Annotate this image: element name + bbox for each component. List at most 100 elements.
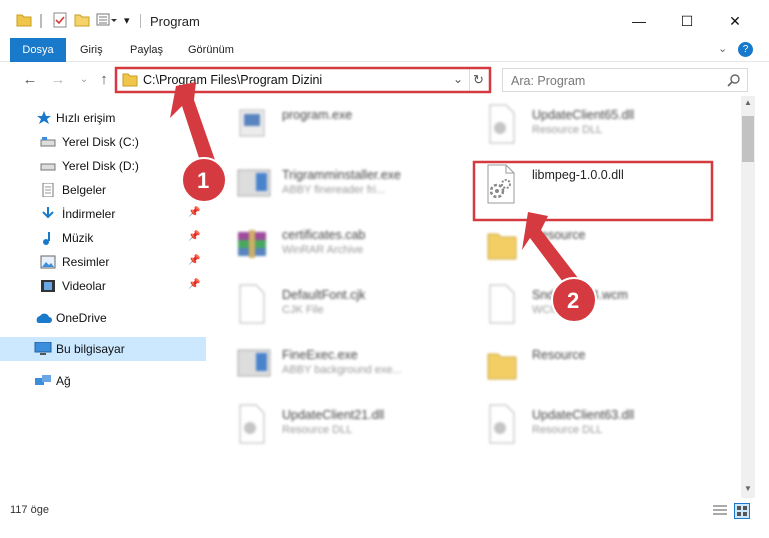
documents-icon <box>40 182 56 198</box>
properties-icon[interactable] <box>52 12 68 32</box>
scroll-thumb[interactable] <box>742 116 754 162</box>
file-item[interactable]: Resource <box>468 336 708 392</box>
scroll-down-icon[interactable]: ▼ <box>744 484 752 493</box>
close-button[interactable]: ✕ <box>712 8 758 34</box>
address-dropdown-icon[interactable]: ⌄ <box>453 72 463 86</box>
file-name: FineExec.exe <box>282 348 358 362</box>
file-type: CJK File <box>282 304 324 316</box>
sidebar-item-label: Yerel Disk (D:) <box>62 159 139 173</box>
large-icons-view-icon[interactable] <box>734 503 750 519</box>
forward-arrow-icon[interactable]: → <box>48 69 68 89</box>
file-type: WCM File <box>532 304 581 316</box>
sidebar-item-label: Resimler <box>62 255 110 269</box>
file-item[interactable]: UpdateClient63.dll Resource DLL <box>468 396 708 452</box>
refresh-icon[interactable]: ↻ <box>473 72 484 88</box>
tab-paylas[interactable]: Paylaş <box>120 38 173 62</box>
maximize-button[interactable]: ☐ <box>664 8 710 34</box>
tab-gorunum[interactable]: Görünüm <box>178 38 244 62</box>
file-item[interactable]: UpdateClient21.dll Resource DLL <box>218 396 458 452</box>
dll-icon <box>236 404 268 444</box>
folder-icon <box>486 344 518 384</box>
file-name: Resource <box>532 228 586 242</box>
sidebar-item-documents[interactable]: Belgeler <box>0 178 206 202</box>
file-item[interactable]: UpdateClient65.dll Resource DLL <box>468 96 708 152</box>
folder-icon <box>486 224 518 264</box>
minimize-button[interactable]: — <box>616 8 662 34</box>
scroll-up-icon[interactable]: ▲ <box>744 98 752 107</box>
sidebar-item-disk-d[interactable]: Yerel Disk (D:) <box>0 154 206 178</box>
sidebar-item-label: OneDrive <box>56 311 107 325</box>
folder-icon[interactable] <box>16 12 32 32</box>
file-item[interactable]: SndRecX64.wcm WCM File <box>468 276 708 332</box>
star-icon <box>36 111 52 125</box>
sidebar-item-videos[interactable]: Videolar 📌 <box>0 274 206 298</box>
file-item-libmpeg[interactable]: libmpeg-1.0.0.dll <box>468 156 708 212</box>
network-icon <box>34 374 51 388</box>
archive-icon <box>236 224 268 264</box>
search-input[interactable]: Ara: Program <box>502 68 748 92</box>
search-placeholder: Ara: Program <box>511 74 586 88</box>
separator <box>40 14 42 28</box>
drive-icon <box>40 135 56 149</box>
file-name: libmpeg-1.0.0.dll <box>532 168 624 182</box>
installer-icon <box>236 164 271 204</box>
sidebar-item-pictures[interactable]: Resimler 📌 <box>0 250 206 274</box>
address-bar[interactable]: C:\Program Files\Program Dizini ⌄ ↻ <box>116 68 490 92</box>
file-item[interactable]: FineExec.exe ABBY background exe... <box>218 336 458 392</box>
sidebar-item-label: Belgeler <box>62 183 107 197</box>
sidebar-item-music[interactable]: Müzik 📌 <box>0 226 206 250</box>
file-type: Resource DLL <box>532 424 603 436</box>
sidebar-item-label: Bu bilgisayar <box>56 342 125 356</box>
dll-gear-icon <box>486 164 518 204</box>
sidebar-item-onedrive[interactable]: OneDrive <box>0 306 206 330</box>
help-icon[interactable]: ? <box>738 42 753 57</box>
dropdown-arrow-icon[interactable]: ▾ <box>124 14 136 34</box>
file-item[interactable]: certificates.cab WinRAR Archive <box>218 216 458 272</box>
sidebar-item-label: Videolar <box>62 279 106 293</box>
sidebar-item-network[interactable]: Ağ <box>0 369 206 393</box>
up-arrow-icon[interactable]: ↑ <box>94 69 114 89</box>
details-view-icon[interactable] <box>712 504 728 521</box>
sidebar-item-disk-c[interactable]: Yerel Disk (C:) <box>0 130 206 154</box>
navigation-pane: Hızlı erişim Yerel Disk (C:) Yerel Disk … <box>0 96 208 496</box>
file-type: Resource DLL <box>282 424 353 436</box>
file-type: ABBY finereader fri... <box>282 184 386 196</box>
file-type: WinRAR Archive <box>282 244 364 256</box>
customize-toolbar-icon[interactable] <box>96 12 120 32</box>
expand-ribbon-icon[interactable]: ⌄ <box>718 42 727 55</box>
pin-icon[interactable]: 📌 <box>188 255 200 266</box>
sidebar-item-quick-access[interactable]: Hızlı erişim <box>0 106 206 130</box>
sidebar-item-downloads[interactable]: İndirmeler 📌 <box>0 202 206 226</box>
pin-icon[interactable]: 📌 <box>188 279 200 290</box>
blank-file-icon <box>486 284 518 324</box>
file-type: Resource DLL <box>532 124 603 136</box>
file-name: certificates.cab <box>282 228 366 242</box>
address-row: ← → ⌄ ↑ C:\Program Files\Program Dizini … <box>0 62 769 96</box>
folder-icon <box>122 73 138 90</box>
cloud-icon <box>34 311 52 325</box>
pin-icon[interactable]: 📌 <box>188 231 200 242</box>
new-folder-icon[interactable] <box>74 12 90 32</box>
file-name: DefaultFont.cjk <box>282 288 366 302</box>
status-bar: 117 öge <box>0 500 769 522</box>
music-icon <box>40 231 56 245</box>
drive-icon <box>40 159 56 173</box>
videos-icon <box>40 279 56 293</box>
tab-giris[interactable]: Giriş <box>70 38 113 62</box>
recent-locations-icon[interactable]: ⌄ <box>74 69 94 89</box>
pin-icon[interactable]: 📌 <box>188 207 200 218</box>
pictures-icon <box>40 255 56 269</box>
file-item[interactable]: DefaultFont.cjk CJK File <box>218 276 458 332</box>
file-name: UpdateClient21.dll <box>282 408 385 422</box>
file-item[interactable]: Resource <box>468 216 708 272</box>
file-item[interactable]: Trigramminstaller.exe ABBY finereader fr… <box>218 156 458 212</box>
back-arrow-icon[interactable]: ← <box>20 69 40 89</box>
file-item[interactable]: program.exe <box>218 96 458 152</box>
file-name: SndRecX64.wcm <box>532 288 628 302</box>
search-icon <box>727 73 741 90</box>
file-type: ABBY background exe... <box>282 364 402 376</box>
file-name: Resource <box>532 348 586 362</box>
vertical-scrollbar[interactable]: ▲ ▼ <box>741 96 755 498</box>
exe-icon <box>236 344 271 384</box>
sidebar-item-this-pc[interactable]: Bu bilgisayar <box>0 337 206 361</box>
